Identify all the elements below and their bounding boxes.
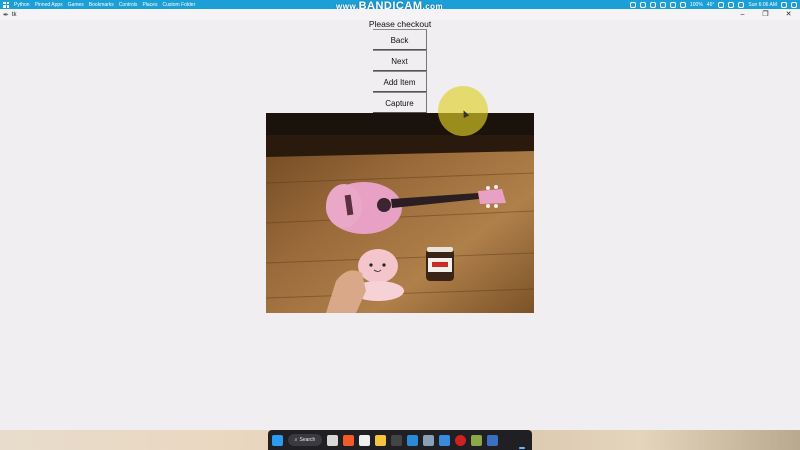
menu-pinned-apps[interactable]: Pinned Apps	[35, 2, 63, 8]
capture-button[interactable]: Capture	[373, 92, 427, 113]
maximize-button[interactable]: ❐	[754, 9, 777, 20]
status-icon[interactable]	[670, 1, 676, 8]
camera-preview-image	[266, 113, 534, 313]
taskbar-search[interactable]: ⌕ Search	[288, 434, 322, 446]
settings-icon[interactable]	[423, 434, 434, 446]
search-label: Search	[299, 437, 316, 443]
status-icon[interactable]	[650, 1, 656, 8]
tk-feather-icon: ✒	[3, 11, 9, 19]
taskbar: ⌕ Search	[268, 430, 532, 450]
minimize-button[interactable]: –	[731, 9, 754, 20]
window-title: tk	[11, 11, 17, 18]
brave-icon[interactable]	[343, 434, 354, 446]
python-idle-icon[interactable]	[487, 434, 498, 446]
status-icon[interactable]	[640, 1, 646, 8]
app-icon[interactable]	[471, 434, 482, 446]
status-icon[interactable]	[728, 1, 735, 8]
mail-icon[interactable]	[439, 434, 450, 446]
menu-bookmarks[interactable]: Bookmarks	[89, 2, 114, 8]
file-explorer-icon[interactable]	[375, 434, 386, 446]
store-icon[interactable]	[359, 434, 370, 446]
start-logo-icon[interactable]	[3, 1, 9, 8]
add-item-button[interactable]: Add Item	[373, 71, 427, 92]
menu-games[interactable]: Games	[68, 2, 84, 8]
windows-start-icon[interactable]	[272, 434, 283, 446]
menu-icon[interactable]	[791, 1, 797, 8]
active-app-indicator	[519, 447, 525, 449]
record-icon[interactable]	[455, 434, 466, 446]
clock[interactable]: Sun 6:06 AM	[748, 2, 777, 8]
close-button[interactable]: ✕	[777, 9, 800, 20]
search-icon[interactable]	[781, 1, 787, 8]
search-icon: ⌕	[294, 437, 298, 443]
menu-python[interactable]: Python	[14, 2, 30, 8]
files-icon[interactable]	[327, 434, 338, 446]
status-icon[interactable]	[718, 1, 725, 8]
next-button[interactable]: Next	[373, 50, 427, 71]
menu-places[interactable]: Places	[142, 2, 157, 8]
status-icon[interactable]	[630, 1, 636, 8]
wifi-icon[interactable]	[680, 1, 686, 8]
menu-custom-folder[interactable]: Custom Folder	[162, 2, 195, 8]
terminal-icon[interactable]	[391, 434, 402, 446]
vscode-icon[interactable]	[407, 434, 418, 446]
prompt-label: Please checkout	[368, 19, 432, 29]
back-button[interactable]: Back	[373, 29, 427, 50]
temperature: 46°	[706, 1, 715, 8]
status-icon[interactable]	[738, 1, 745, 8]
status-icon[interactable]	[660, 1, 666, 8]
nutella-jar	[426, 247, 454, 281]
battery-percent: 100%	[690, 1, 703, 8]
menu-controls[interactable]: Controls	[119, 2, 138, 8]
